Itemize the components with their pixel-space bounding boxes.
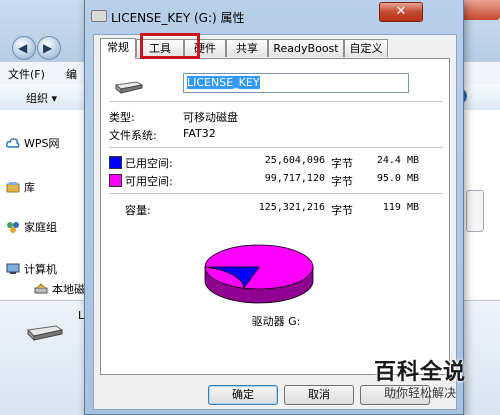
used-space-bytes: 25,604,096 bbox=[264, 155, 325, 166]
local-disk-icon bbox=[34, 283, 48, 294]
used-space-row: 已用空间: 25,604,096 字节 24.4 MB bbox=[109, 155, 443, 171]
drive-caption: 驱动器 G: bbox=[251, 315, 301, 328]
separator bbox=[109, 147, 443, 148]
used-space-unit: 字节 bbox=[331, 157, 353, 170]
back-arrow-icon: ◀ bbox=[18, 41, 28, 55]
used-space-readable: 24.4 MB bbox=[376, 155, 419, 166]
tab-customize[interactable]: 自定义 bbox=[344, 39, 388, 57]
capacity-bytes: 125,321,216 bbox=[258, 202, 325, 213]
watermark-title: 百科全说 bbox=[374, 360, 467, 385]
removable-drive-icon bbox=[115, 81, 143, 95]
volume-label-text: LICENSE_KEY bbox=[187, 76, 260, 89]
sidebar-item-library[interactable]: 库 bbox=[6, 178, 35, 196]
cancel-button[interactable]: 取消 bbox=[284, 385, 354, 405]
sidebar-item-label: 库 bbox=[24, 181, 35, 194]
used-space-swatch bbox=[109, 156, 122, 169]
computer-icon bbox=[6, 263, 20, 274]
tab-tools[interactable]: 工具 bbox=[136, 39, 184, 57]
properties-dialog: LICENSE_KEY (G:) 属性 ✕ 常规 工具 硬件 共享 ReadyB… bbox=[84, 0, 464, 415]
library-icon bbox=[6, 182, 20, 193]
sidebar-item-label: 本地磁 bbox=[52, 283, 85, 296]
close-button[interactable]: ✕ bbox=[379, 2, 423, 22]
tab-hardware[interactable]: 硬件 bbox=[184, 39, 226, 57]
watermark-subtitle: 助你轻松解决 bbox=[384, 386, 457, 400]
forward-arrow-icon: ▶ bbox=[43, 41, 53, 55]
sidebar-item-label: 家庭组 bbox=[24, 221, 57, 234]
disk-usage-pie-chart bbox=[204, 244, 314, 304]
free-space-label: 可用空间: bbox=[125, 175, 173, 188]
free-space-unit: 字节 bbox=[331, 175, 353, 188]
free-space-bytes: 99,717,120 bbox=[264, 173, 325, 184]
drive-title-icon bbox=[91, 10, 107, 22]
capacity-label: 容量: bbox=[125, 204, 151, 217]
free-space-swatch bbox=[109, 174, 122, 187]
usb-drive-icon bbox=[26, 325, 64, 342]
filesystem-label: 文件系统: bbox=[109, 129, 157, 142]
separator bbox=[109, 101, 443, 102]
cloud-icon bbox=[6, 138, 20, 148]
sidebar-item-homegroup[interactable]: 家庭组 bbox=[6, 218, 57, 236]
back-button[interactable]: ◀ bbox=[12, 36, 36, 60]
watermark: 百科全说 助你轻松解决 bbox=[370, 354, 494, 408]
filesystem-value: FAT32 bbox=[183, 127, 216, 140]
separator bbox=[109, 193, 443, 194]
tab-general[interactable]: 常规 bbox=[100, 38, 136, 59]
ok-button[interactable]: 确定 bbox=[208, 385, 278, 405]
used-space-label: 已用空间: bbox=[125, 157, 173, 170]
tab-readyboost[interactable]: ReadyBoost bbox=[268, 39, 344, 57]
scroll-left-button[interactable] bbox=[466, 190, 484, 232]
sidebar-item-local-disk[interactable]: 本地磁 bbox=[34, 280, 85, 298]
dialog-title: LICENSE_KEY (G:) 属性 bbox=[111, 11, 245, 25]
capacity-row: 容量: 125,321,216 字节 119 MB bbox=[109, 202, 443, 218]
menu-file[interactable]: 文件(F) bbox=[8, 66, 45, 82]
sidebar-item-wps[interactable]: WPS网 bbox=[6, 134, 60, 152]
sidebar-item-computer[interactable]: 计算机 bbox=[6, 260, 57, 278]
forward-button[interactable]: ▶ bbox=[37, 36, 61, 60]
type-label: 类型: bbox=[109, 111, 135, 124]
free-space-readable: 95.0 MB bbox=[376, 173, 419, 184]
type-value: 可移动磁盘 bbox=[183, 111, 238, 124]
capacity-unit: 字节 bbox=[331, 204, 353, 217]
menu-edit[interactable]: 编 bbox=[66, 66, 77, 82]
sidebar-item-label: 计算机 bbox=[24, 263, 57, 276]
capacity-readable: 119 MB bbox=[382, 202, 419, 213]
homegroup-icon bbox=[7, 222, 19, 233]
sidebar-item-label: WPS网 bbox=[24, 137, 60, 150]
tab-sharing[interactable]: 共享 bbox=[226, 39, 268, 57]
free-space-row: 可用空间: 99,717,120 字节 95.0 MB bbox=[109, 173, 443, 189]
general-tab-panel: LICENSE_KEY 类型: 可移动磁盘 文件系统: FAT32 已用空间: … bbox=[100, 58, 450, 375]
organize-button[interactable]: 组织 ▾ bbox=[26, 90, 57, 106]
volume-label-input[interactable]: LICENSE_KEY bbox=[183, 73, 409, 93]
